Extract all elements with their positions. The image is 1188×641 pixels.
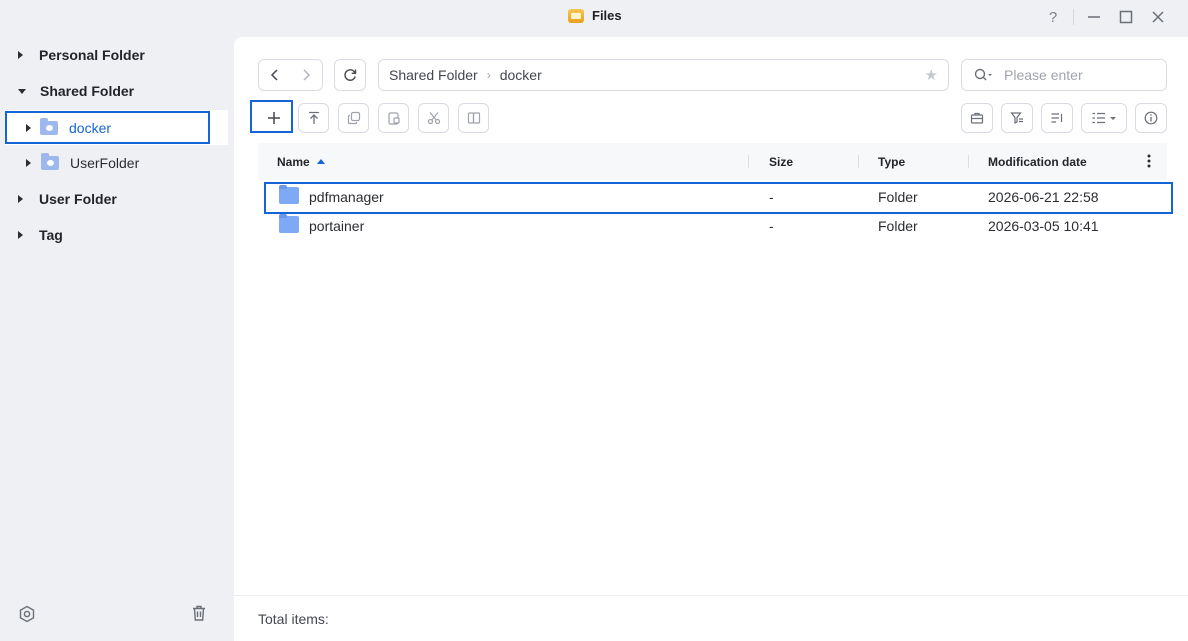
search-box[interactable] — [961, 59, 1167, 91]
status-bar: Total items: — [234, 595, 1188, 641]
breadcrumb-docker[interactable]: docker — [500, 67, 542, 83]
sidebar-item-user-folder[interactable]: User Folder — [18, 185, 117, 213]
file-size: - — [769, 218, 774, 234]
file-modified-date: 2026-03-05 10:41 — [988, 218, 1099, 234]
shared-folder-icon — [40, 117, 58, 135]
expand-caret-icon[interactable] — [18, 195, 23, 203]
sidebar: Personal Folder Shared Folder docker Use… — [0, 36, 234, 641]
sidebar-item-label: docker — [69, 119, 112, 136]
help-icon[interactable]: ? — [1043, 7, 1063, 27]
table-row[interactable]: portainer - Folder 2026-03-05 10:41 — [258, 212, 1167, 241]
sidebar-item-label: User Folder — [39, 191, 117, 207]
files-app-icon — [568, 8, 584, 23]
sidebar-item-personal-folder[interactable]: Personal Folder — [18, 41, 145, 69]
cut-button[interactable] — [418, 103, 449, 133]
settings-icon[interactable] — [17, 604, 37, 624]
move-icon — [467, 112, 480, 124]
favorite-star-icon[interactable]: ★ — [925, 66, 938, 84]
sort-button[interactable] — [1041, 103, 1073, 133]
list-view-icon — [1092, 112, 1116, 124]
copy-button[interactable] — [338, 103, 369, 133]
sort-icon — [1051, 113, 1063, 123]
paste-icon — [387, 112, 400, 125]
column-divider — [748, 155, 749, 168]
info-icon — [1144, 111, 1158, 125]
sidebar-item-label: Shared Folder — [40, 83, 135, 99]
column-header-size[interactable]: Size — [769, 155, 793, 169]
sidebar-item-label: Tag — [39, 227, 63, 243]
nav-button-group — [258, 59, 323, 91]
total-items-label: Total items: — [258, 611, 329, 627]
file-browser-panel: Shared Folder › docker ★ Please enter Na… — [234, 37, 1188, 641]
filter-button[interactable] — [1001, 103, 1033, 133]
close-button[interactable] — [1148, 7, 1168, 27]
expand-caret-icon[interactable] — [18, 51, 23, 59]
row-highlight — [264, 182, 1173, 214]
view-mode-dropdown[interactable] — [1081, 103, 1127, 133]
column-header-label: Name — [277, 155, 310, 169]
window-controls: ? — [1043, 7, 1168, 27]
sidebar-item-docker[interactable]: docker — [5, 111, 210, 144]
refresh-icon — [344, 69, 357, 81]
search-input[interactable] — [1004, 67, 1154, 83]
window-title-label: Files — [592, 8, 622, 23]
toolbox-button[interactable] — [961, 103, 993, 133]
filter-icon — [1010, 112, 1023, 124]
sidebar-item-label: Personal Folder — [39, 47, 145, 63]
sidebar-item-userfolder[interactable]: UserFolder — [26, 149, 139, 177]
refresh-button[interactable] — [334, 59, 366, 91]
close-icon — [1152, 11, 1164, 23]
folder-icon — [279, 214, 299, 233]
scissors-icon — [427, 112, 440, 125]
column-divider — [968, 155, 969, 168]
expand-caret-icon[interactable] — [26, 159, 31, 167]
column-header-label: Size — [769, 155, 794, 169]
briefcase-icon — [970, 112, 984, 124]
divider — [1073, 9, 1074, 25]
column-header-modification-date[interactable]: Modification date — [988, 155, 1087, 169]
maximize-button[interactable] — [1116, 7, 1136, 27]
column-options-icon[interactable] — [1147, 153, 1151, 172]
upload-icon — [308, 111, 319, 124]
minimize-icon — [1088, 16, 1100, 18]
paste-button[interactable] — [378, 103, 409, 133]
sidebar-item-shared-folder[interactable]: Shared Folder — [18, 77, 134, 105]
window-title: Files — [568, 8, 622, 23]
sidebar-item-label: UserFolder — [70, 155, 140, 171]
move-button[interactable] — [458, 103, 489, 133]
title-bar: Files ? — [0, 0, 1188, 36]
column-divider — [858, 155, 859, 168]
copy-icon — [347, 111, 360, 125]
column-header-name[interactable]: Name — [277, 155, 325, 169]
maximize-icon — [1119, 10, 1133, 24]
column-header-label: Type — [878, 155, 906, 169]
info-button[interactable] — [1135, 103, 1167, 133]
breadcrumb-shared-folder[interactable]: Shared Folder — [389, 67, 478, 83]
chevron-right-icon — [303, 69, 311, 81]
expand-caret-icon[interactable] — [26, 123, 31, 132]
chevron-left-icon — [270, 69, 278, 81]
column-header-type[interactable]: Type — [878, 155, 905, 169]
search-icon[interactable] — [974, 68, 992, 82]
path-bar[interactable]: Shared Folder › docker ★ — [378, 59, 949, 91]
breadcrumb-separator-icon: › — [486, 68, 491, 82]
column-header-label: Modification date — [988, 155, 1087, 169]
file-type: Folder — [878, 218, 918, 234]
table-header: Name Size Type Modification date — [258, 143, 1167, 180]
collapse-caret-icon[interactable] — [18, 88, 26, 94]
shared-folder-icon — [41, 153, 59, 170]
new-button-highlight — [250, 100, 293, 133]
forward-button[interactable] — [291, 69, 323, 81]
sort-ascending-icon — [316, 159, 325, 164]
expand-caret-icon[interactable] — [18, 231, 23, 239]
back-button[interactable] — [259, 69, 291, 81]
minimize-button[interactable] — [1084, 7, 1104, 27]
sidebar-item-tag[interactable]: Tag — [18, 221, 63, 249]
upload-button[interactable] — [298, 103, 329, 133]
recycle-bin-icon[interactable] — [189, 603, 209, 623]
file-name: portainer — [309, 218, 365, 234]
